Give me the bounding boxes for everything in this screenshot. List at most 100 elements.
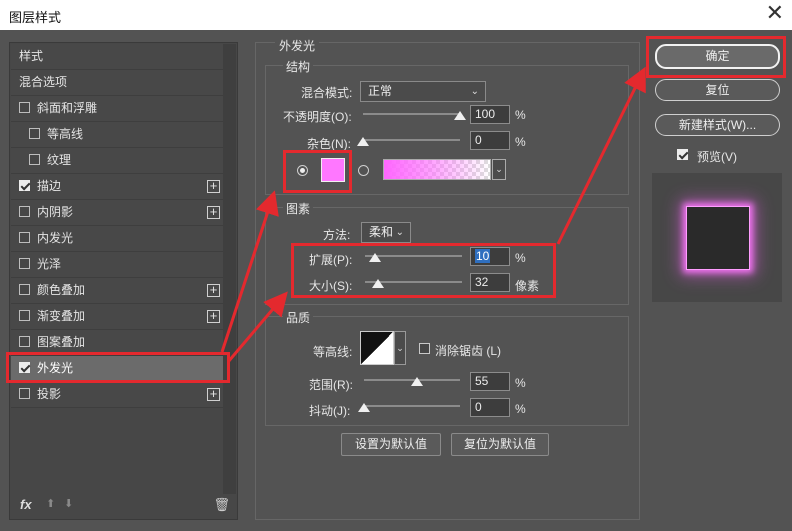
close-icon[interactable]: ✕ <box>766 2 784 24</box>
annotation-box-spread-size <box>291 243 556 298</box>
style-item[interactable]: 渐变叠加 + <box>11 304 223 330</box>
chevron-down-icon: ⌄ <box>395 227 404 238</box>
styles-panel: 样式 混合选项 斜面和浮雕 等高线 纹理 描边 + 内阴影 + 内发光 光泽 颜色叠加 + 渐变叠加 + 图案… <box>9 42 238 520</box>
annotation-box-outer-glow-item <box>6 352 230 383</box>
blend-mode-label: 混合模式: <box>301 86 353 100</box>
reset-default-button[interactable]: 复位为默认值 <box>451 433 549 456</box>
style-checkbox[interactable] <box>19 258 30 269</box>
opacity-slider-thumb[interactable] <box>454 111 466 120</box>
add-style-icon[interactable]: + <box>207 387 220 401</box>
style-item-label: 斜面和浮雕 <box>37 101 98 115</box>
range-value: 55 <box>475 374 489 388</box>
styles-toolbar: fx ⬆ ⬇ 🗑 <box>20 497 230 513</box>
range-input[interactable]: 55 <box>470 372 510 391</box>
noise-input[interactable]: 0 <box>470 131 510 150</box>
style-item-label: 渐变叠加 <box>37 309 86 323</box>
noise-unit: % <box>515 135 526 149</box>
blend-mode-value: 正常 <box>368 84 393 98</box>
add-style-icon[interactable]: + <box>207 205 220 219</box>
anti-alias-label: 消除锯齿 (L) <box>435 344 502 358</box>
add-style-icon[interactable]: + <box>207 179 220 193</box>
style-item[interactable]: 光泽 <box>11 252 223 278</box>
opacity-input[interactable]: 100 <box>470 105 510 124</box>
style-item[interactable]: 颜色叠加 + <box>11 278 223 304</box>
style-checkbox[interactable] <box>19 336 30 347</box>
style-item-label: 描边 <box>37 179 62 193</box>
opacity-value: 100 <box>475 107 496 121</box>
contour-dropdown-icon[interactable]: ⌄ <box>394 331 406 365</box>
noise-slider-track[interactable] <box>363 139 460 141</box>
style-checkbox[interactable] <box>19 284 30 295</box>
preview-thumbnail <box>652 173 782 302</box>
style-item-label: 内阴影 <box>37 205 74 219</box>
preview-glow-square <box>686 206 750 270</box>
add-style-icon[interactable]: + <box>207 283 220 297</box>
style-checkbox[interactable] <box>29 154 40 165</box>
annotation-box-ok <box>646 36 786 78</box>
style-item[interactable]: 内发光 <box>11 226 223 252</box>
move-down-icon[interactable]: ⬇ <box>64 497 73 510</box>
annotation-box-color <box>283 150 352 193</box>
style-checkbox[interactable] <box>19 310 30 321</box>
structure-label: 结构 <box>283 58 314 75</box>
style-item[interactable]: 斜面和浮雕 <box>11 96 223 122</box>
preview-checkbox[interactable] <box>677 149 688 160</box>
anti-alias-checkbox[interactable] <box>419 343 430 354</box>
range-unit: % <box>515 376 526 390</box>
preview-label: 预览(V) <box>697 150 737 164</box>
style-checkbox[interactable] <box>19 180 30 191</box>
opacity-unit: % <box>515 108 526 122</box>
jitter-slider-track[interactable] <box>364 405 460 407</box>
window-title: 图层样式 <box>9 10 62 25</box>
style-item-label: 投影 <box>37 387 62 401</box>
style-checkbox[interactable] <box>29 128 40 139</box>
style-checkbox[interactable] <box>19 102 30 113</box>
technique-select[interactable]: 柔和 ⌄ <box>361 222 411 243</box>
new-style-button[interactable]: 新建样式(W)... <box>655 114 780 136</box>
gradient-radio[interactable] <box>358 165 369 176</box>
chevron-down-icon: ⌄ <box>470 86 479 97</box>
contour-label: 等高线: <box>313 345 353 359</box>
style-item[interactable]: 混合选项 <box>11 70 223 96</box>
style-item-label: 光泽 <box>37 257 62 271</box>
style-item[interactable]: 内阴影 + <box>11 200 223 226</box>
contour-picker[interactable] <box>360 331 394 365</box>
gradient-dropdown-icon[interactable]: ⌄ <box>492 159 506 180</box>
opacity-slider-track[interactable] <box>363 113 460 115</box>
style-item-label: 纹理 <box>47 153 72 167</box>
quality-label: 品质 <box>283 309 314 326</box>
style-item-label: 样式 <box>19 49 44 63</box>
range-label: 范围(R): <box>309 378 353 392</box>
style-checkbox[interactable] <box>19 232 30 243</box>
technique-value: 柔和 <box>369 225 394 239</box>
style-item[interactable]: 样式 <box>11 44 223 70</box>
style-item[interactable]: 纹理 <box>11 148 223 174</box>
elements-label: 图素 <box>283 200 314 217</box>
style-item-label: 颜色叠加 <box>37 283 86 297</box>
style-item[interactable]: 投影 + <box>11 382 223 408</box>
blend-mode-select[interactable]: 正常 ⌄ <box>360 81 486 102</box>
style-item-label: 等高线 <box>47 127 84 141</box>
style-item[interactable]: 等高线 <box>11 122 223 148</box>
style-item-label: 内发光 <box>37 231 74 245</box>
trash-icon[interactable]: 🗑 <box>213 497 230 513</box>
fx-icon[interactable]: fx <box>20 497 32 512</box>
outer-glow-title: 外发光 <box>275 37 320 54</box>
opacity-label: 不透明度(O): <box>283 110 352 124</box>
style-item-label: 混合选项 <box>19 75 68 89</box>
move-up-icon[interactable]: ⬆ <box>46 497 55 510</box>
jitter-slider-thumb[interactable] <box>358 403 370 412</box>
style-checkbox[interactable] <box>19 388 30 399</box>
reset-button[interactable]: 复位 <box>655 79 780 101</box>
add-style-icon[interactable]: + <box>207 309 220 323</box>
style-item[interactable]: 描边 + <box>11 174 223 200</box>
make-default-button[interactable]: 设置为默认值 <box>341 433 441 456</box>
jitter-input[interactable]: 0 <box>470 398 510 417</box>
styles-scrollbar[interactable] <box>223 44 236 494</box>
jitter-label: 抖动(J): <box>309 404 351 418</box>
noise-slider-thumb[interactable] <box>357 137 369 146</box>
jitter-value: 0 <box>475 400 482 414</box>
gradient-picker[interactable] <box>383 159 491 180</box>
range-slider-thumb[interactable] <box>410 377 423 386</box>
style-checkbox[interactable] <box>19 206 30 217</box>
